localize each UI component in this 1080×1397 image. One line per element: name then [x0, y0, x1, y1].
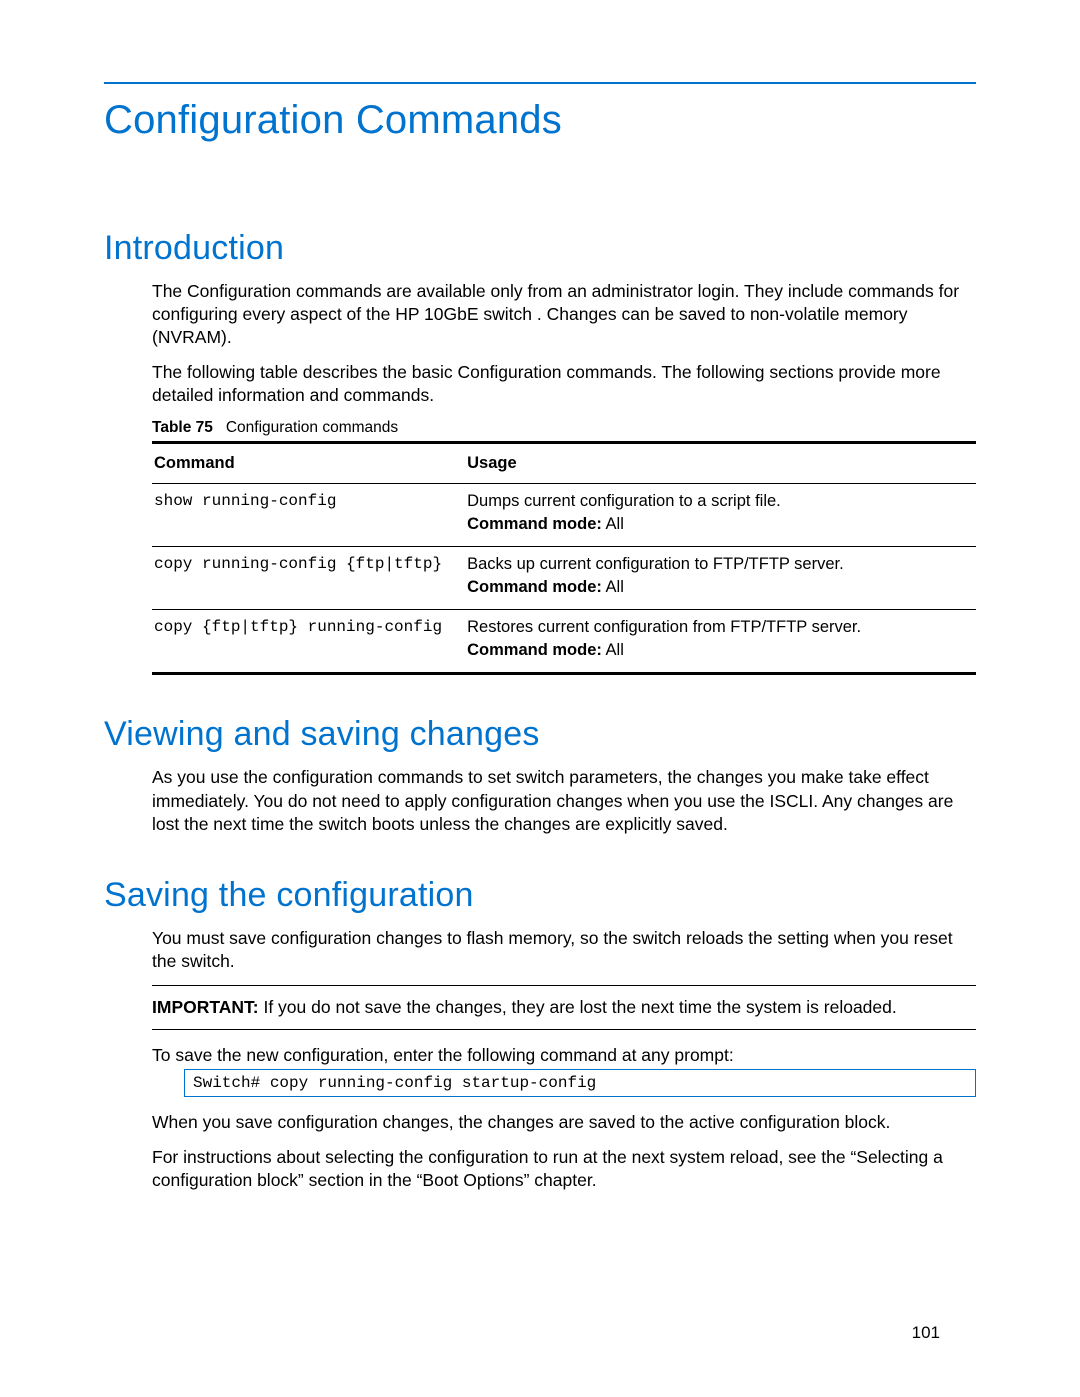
table-header-command: Command	[152, 443, 465, 484]
usage-cell: Backs up current configuration to FTP/TF…	[465, 547, 976, 610]
usage-cell: Dumps current configuration to a script …	[465, 484, 976, 547]
heading-saving: Saving the configuration	[104, 876, 976, 915]
table-caption-text: Configuration commands	[226, 419, 398, 436]
intro-body: The Configuration commands are available…	[104, 280, 976, 675]
cmd-cell: copy running-config {ftp|tftp}	[152, 547, 465, 610]
cmd-cell: copy {ftp|tftp} running-config	[152, 610, 465, 674]
page-title: Configuration Commands	[104, 98, 976, 143]
page-number: 101	[912, 1323, 940, 1343]
usage-text: Dumps current configuration to a script …	[467, 492, 970, 511]
table-header-usage: Usage	[465, 443, 976, 484]
important-callout: IMPORTANT: If you do not save the change…	[152, 985, 976, 1030]
important-label: IMPORTANT:	[152, 997, 259, 1017]
table-row: copy running-config {ftp|tftp} Backs up …	[152, 547, 976, 610]
saving-p3: When you save configuration changes, the…	[152, 1111, 976, 1134]
top-rule	[104, 82, 976, 84]
mode-value: All	[602, 578, 624, 596]
mode-label: Command mode:	[467, 578, 602, 596]
config-commands-table: Command Usage show running-config Dumps …	[152, 441, 976, 675]
viewing-p1: As you use the configuration commands to…	[152, 766, 976, 835]
intro-p1: The Configuration commands are available…	[152, 280, 976, 349]
table-row: copy {ftp|tftp} running-config Restores …	[152, 610, 976, 674]
heading-introduction: Introduction	[104, 229, 976, 268]
mode-value: All	[602, 515, 624, 533]
heading-viewing: Viewing and saving changes	[104, 715, 976, 754]
saving-body: You must save configuration changes to f…	[104, 927, 976, 1192]
mode-label: Command mode:	[467, 641, 602, 659]
important-text: If you do not save the changes, they are…	[259, 997, 897, 1017]
code-example: Switch# copy running-config startup-conf…	[184, 1069, 976, 1097]
table-row: show running-config Dumps current config…	[152, 484, 976, 547]
saving-p4: For instructions about selecting the con…	[152, 1146, 976, 1192]
mode-label: Command mode:	[467, 515, 602, 533]
usage-text: Backs up current configuration to FTP/TF…	[467, 555, 970, 574]
table-caption: Table 75 Configuration commands	[152, 419, 976, 437]
cmd-cell: show running-config	[152, 484, 465, 547]
table-caption-label: Table 75	[152, 419, 213, 436]
usage-text: Restores current configuration from FTP/…	[467, 618, 970, 637]
usage-cell: Restores current configuration from FTP/…	[465, 610, 976, 674]
saving-p2: To save the new configuration, enter the…	[152, 1044, 976, 1067]
intro-p2: The following table describes the basic …	[152, 361, 976, 407]
saving-p1: You must save configuration changes to f…	[152, 927, 976, 973]
mode-value: All	[602, 641, 624, 659]
viewing-body: As you use the configuration commands to…	[104, 766, 976, 835]
